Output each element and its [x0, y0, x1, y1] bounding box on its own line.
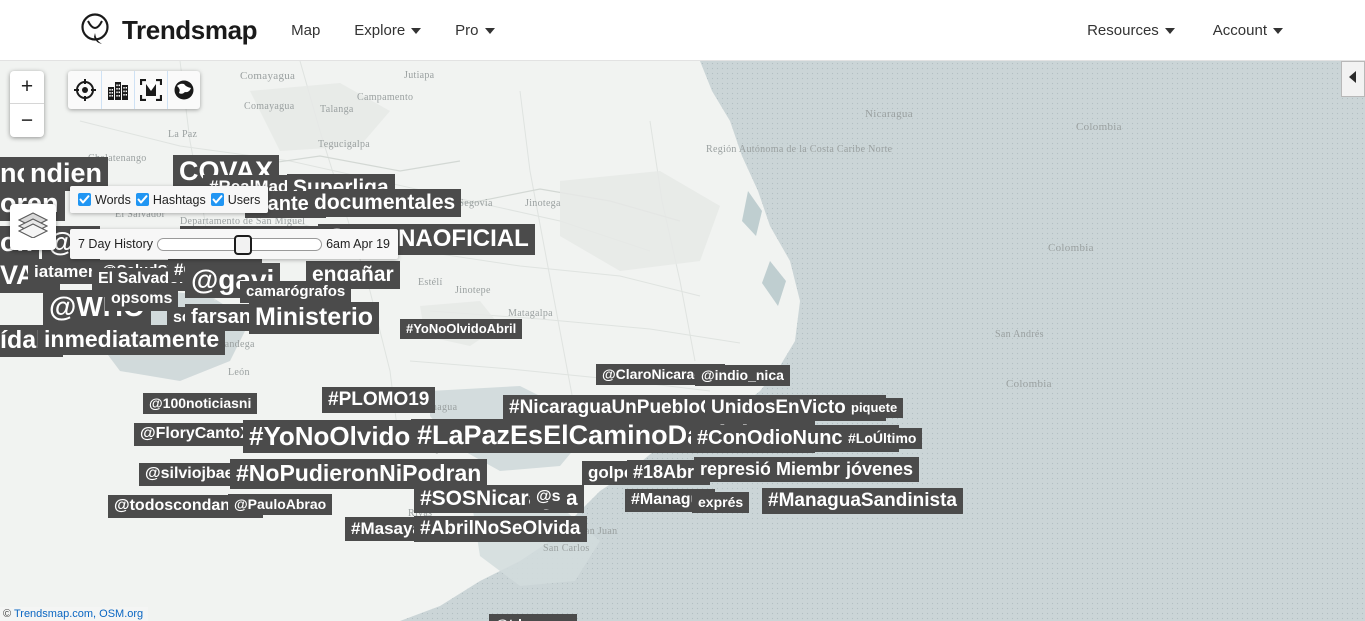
trend-label[interactable]: @s: [530, 486, 567, 509]
trend-label[interactable]: @100noticiasni: [143, 393, 258, 414]
chevron-down-icon: [484, 28, 495, 34]
nav-item-account-label: Account: [1212, 21, 1267, 39]
chevron-down-icon: [1273, 28, 1283, 34]
history-slider-bar: 7 Day History 6am Apr 19: [70, 229, 398, 259]
zoom-out-button[interactable]: −: [10, 104, 44, 137]
brand-name: Trendsmap: [122, 14, 258, 45]
copyright-symbol: ©: [3, 608, 14, 620]
checkbox-checked-icon[interactable]: [210, 193, 224, 206]
trend-label[interactable]: camarógrafos: [240, 281, 352, 303]
nav-item-map[interactable]: Map: [291, 22, 320, 39]
trend-label[interactable]: Ministerio: [249, 302, 380, 334]
sidebar-collapse-button[interactable]: [1341, 61, 1365, 97]
attribution-link-osm[interactable]: OSM.org: [99, 608, 143, 620]
attribution-link-trendsmap[interactable]: Trendsmap.com: [14, 608, 93, 620]
map-attribution: © Trendsmap.com, OSM.org: [0, 607, 149, 621]
filter-words-label: Words: [95, 192, 131, 207]
history-time-value: 6am Apr 19: [326, 237, 390, 251]
locate-icon[interactable]: [68, 71, 101, 109]
trend-label[interactable]: #AbrilNoSeOlvida: [414, 516, 587, 542]
filter-words[interactable]: Words: [78, 193, 131, 207]
trend-label[interactable]: @PauloAbrao: [228, 494, 333, 515]
filter-users-label: Users: [227, 192, 261, 207]
brand-logo-link[interactable]: Trendsmap: [80, 13, 258, 47]
nav-item-explore-label: Explore: [354, 21, 406, 39]
nav-item-explore[interactable]: Explore: [354, 21, 422, 39]
chevron-down-icon: [411, 28, 422, 34]
filter-users[interactable]: Users: [210, 192, 261, 207]
checkbox-checked-icon[interactable]: [135, 193, 149, 206]
filter-hashtags[interactable]: Hashtags: [135, 192, 206, 207]
chevron-down-icon: [1164, 28, 1175, 34]
trendsmap-logo-icon: [80, 13, 112, 47]
site-header: Trendsmap Map Explore Pro Resources Acco…: [0, 0, 1365, 61]
trend-label[interactable]: #PLOMO19: [322, 387, 436, 413]
zoom-controls: + −: [10, 71, 44, 137]
trend-label[interactable]: #ManaguaSandinista: [762, 488, 963, 514]
checkbox-checked-icon[interactable]: [78, 193, 91, 206]
zoom-in-button[interactable]: +: [10, 71, 44, 104]
city-buildings-icon[interactable]: [101, 71, 134, 109]
chevron-left-icon: [1347, 70, 1359, 89]
nav-item-pro-label: Pro: [455, 21, 479, 39]
history-label: 7 Day History: [78, 237, 154, 251]
trend-label[interactable]: jóvenes: [840, 457, 920, 482]
map-tool-bar: [68, 71, 200, 109]
layers-button[interactable]: [10, 204, 56, 250]
trend-label[interactable]: documentales: [308, 189, 462, 217]
layers-icon: [17, 211, 49, 243]
filter-hashtags-label: Hashtags: [152, 192, 206, 207]
nav-item-account[interactable]: Account: [1213, 22, 1283, 39]
nav-item-map-label: Map: [291, 21, 321, 39]
globe-icon[interactable]: [167, 71, 200, 109]
focus-frame-icon[interactable]: [134, 71, 167, 109]
trend-label[interactable]: exprés: [692, 492, 750, 513]
trend-label[interactable]: inmediatamente: [38, 325, 226, 355]
trend-label[interactable]: #YoNoOlvidoAbril: [400, 319, 523, 339]
trend-label[interactable]: @indio_nica: [695, 365, 790, 386]
nav-item-resources[interactable]: Resources: [1087, 22, 1175, 39]
history-slider-thumb[interactable]: [233, 234, 252, 255]
content-type-filters: Words Hashtags Users: [70, 186, 269, 213]
trend-label[interactable]: @tdmas_cr: [489, 614, 577, 621]
nav-item-pro[interactable]: Pro: [455, 21, 495, 39]
history-slider-track[interactable]: [157, 234, 323, 255]
map-canvas[interactable]: Comayagua Jutiapa Campamento Comayagua Talan…: [0, 61, 1365, 621]
primary-nav: Map Explore Pro: [291, 21, 495, 39]
trendsmap-app: Trendsmap Map Explore Pro Resources Acco…: [0, 0, 1365, 621]
trend-label[interactable]: @FloryCantoX: [134, 423, 257, 446]
nav-item-resources-label: Resources: [1087, 21, 1159, 39]
trend-label[interactable]: piquete: [845, 398, 904, 418]
secondary-nav: Resources Account: [1087, 22, 1283, 39]
trend-label[interactable]: #LoÚltimo: [842, 428, 923, 449]
